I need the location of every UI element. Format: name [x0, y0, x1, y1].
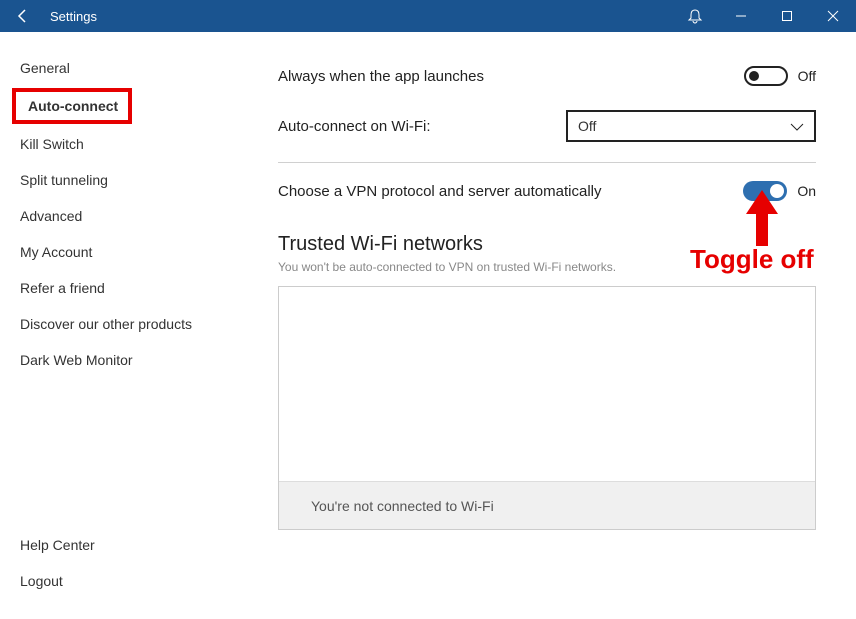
divider	[278, 162, 816, 163]
always-launch-state: Off	[798, 68, 816, 84]
sidebar-item-advanced[interactable]: Advanced	[0, 198, 258, 234]
annotation-highlight-box: Auto-connect	[12, 88, 132, 124]
sidebar-item-help-center[interactable]: Help Center	[0, 527, 258, 563]
sidebar-item-discover[interactable]: Discover our other products	[0, 306, 258, 342]
trusted-wifi-sub: You won't be auto-connected to VPN on tr…	[278, 260, 816, 274]
titlebar: Settings	[0, 0, 856, 32]
sidebar: General Auto-connect Kill Switch Split t…	[0, 32, 258, 619]
sidebar-item-dark-web[interactable]: Dark Web Monitor	[0, 342, 258, 378]
maximize-button[interactable]	[764, 0, 810, 32]
trusted-wifi-title: Trusted Wi-Fi networks	[278, 233, 816, 256]
sidebar-item-split-tunneling[interactable]: Split tunneling	[0, 162, 258, 198]
minimize-button[interactable]	[718, 0, 764, 32]
notifications-button[interactable]	[672, 0, 718, 32]
sidebar-item-kill-switch[interactable]: Kill Switch	[0, 126, 258, 162]
main-panel: Always when the app launches Off Auto-co…	[258, 32, 856, 619]
sidebar-item-general[interactable]: General	[0, 50, 258, 86]
autoconnect-wifi-value: Off	[578, 118, 596, 134]
trusted-wifi-list: You're not connected to Wi-Fi	[278, 286, 816, 530]
sidebar-item-refer[interactable]: Refer a friend	[0, 270, 258, 306]
choose-protocol-state: On	[797, 183, 816, 199]
chevron-down-icon	[790, 118, 804, 134]
trusted-wifi-footer: You're not connected to Wi-Fi	[279, 481, 815, 529]
always-launch-toggle[interactable]	[744, 66, 788, 86]
sidebar-item-logout[interactable]: Logout	[0, 563, 258, 599]
sidebar-item-auto-connect[interactable]: Auto-connect	[28, 98, 118, 114]
window-title: Settings	[50, 9, 97, 24]
choose-protocol-label: Choose a VPN protocol and server automat…	[278, 183, 602, 200]
back-button[interactable]	[0, 0, 46, 32]
autoconnect-wifi-select[interactable]: Off	[566, 110, 816, 142]
always-launch-label: Always when the app launches	[278, 68, 484, 85]
choose-protocol-toggle[interactable]	[743, 181, 787, 201]
sidebar-item-my-account[interactable]: My Account	[0, 234, 258, 270]
autoconnect-wifi-label: Auto-connect on Wi-Fi:	[278, 118, 431, 135]
close-button[interactable]	[810, 0, 856, 32]
